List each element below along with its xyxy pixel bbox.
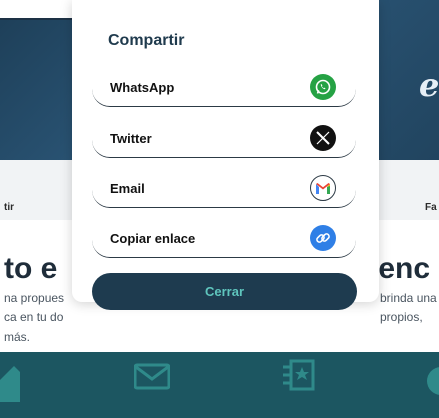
paragraph-line: na propues — [4, 291, 65, 305]
paragraph-line-right: brinda una — [380, 291, 437, 305]
section-heading-left: to e — [4, 252, 58, 285]
share-modal: Compartir WhatsApp Twitter Email Copiar … — [72, 0, 379, 310]
star-list-icon[interactable] — [283, 358, 317, 397]
phone-icon[interactable] — [425, 364, 439, 403]
x-twitter-icon — [310, 125, 336, 151]
whatsapp-icon — [310, 74, 336, 100]
home-icon[interactable] — [0, 362, 20, 407]
share-option-copy-link[interactable]: Copiar enlace — [92, 222, 356, 258]
share-option-whatsapp[interactable]: WhatsApp — [92, 71, 356, 107]
share-option-label: WhatsApp — [110, 80, 175, 95]
paragraph-line-right: propios, — [380, 310, 423, 324]
modal-title: Compartir — [108, 32, 185, 49]
hero-script-text: e — [419, 66, 439, 104]
paragraph-line: más. — [4, 330, 31, 344]
link-icon — [310, 225, 336, 251]
share-option-email[interactable]: Email — [92, 172, 356, 208]
share-option-label: Email — [110, 181, 145, 196]
share-option-label: Copiar enlace — [110, 231, 196, 246]
mail-icon[interactable] — [133, 362, 171, 395]
bottom-nav-bar — [0, 352, 439, 418]
share-option-label: Twitter — [110, 131, 152, 146]
share-option-twitter[interactable]: Twitter — [92, 122, 356, 158]
paragraph-line: ca en tu do — [4, 310, 64, 324]
info-strip-left-label: tir — [4, 202, 14, 213]
gmail-icon — [310, 175, 336, 201]
info-strip-right-label: Fa — [425, 202, 437, 213]
close-button[interactable]: Cerrar — [92, 273, 357, 310]
